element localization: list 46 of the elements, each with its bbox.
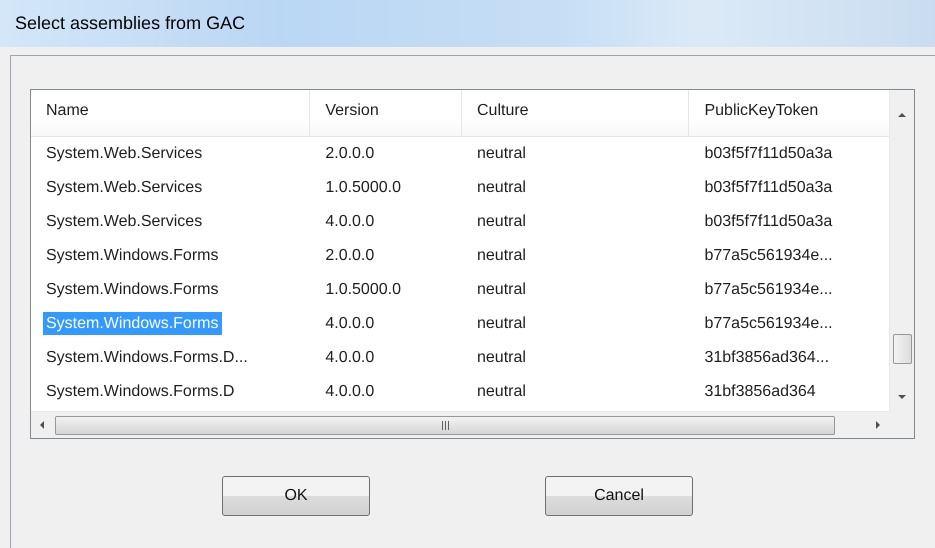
scroll-right-arrow-icon[interactable]	[873, 420, 883, 430]
table-cell-text: b03f5f7f11d50a3a	[703, 212, 834, 232]
table-cell-text: neutral	[476, 314, 527, 334]
table-cell-text: neutral	[476, 280, 527, 300]
table-cell-text: neutral	[476, 382, 527, 402]
table-cell-text: neutral	[476, 178, 527, 198]
column-header[interactable]: Culture	[462, 90, 690, 136]
table-cell-text: b03f5f7f11d50a3a	[703, 178, 834, 198]
table-cell-text: 2.0.0.0	[324, 246, 376, 266]
assembly-name[interactable]: System.Windows.Forms	[43, 244, 222, 267]
dialog-button[interactable]: Cancel	[545, 476, 693, 516]
assembly-name[interactable]: System.Windows.Forms.D	[43, 380, 238, 403]
assembly-name[interactable]: System.Web.Services	[43, 210, 206, 233]
assembly-name[interactable]: System.Windows.Forms	[43, 278, 222, 301]
table-cell-text: 4.0.0.0	[324, 212, 376, 232]
table-cell-text: 1.0.5000.0	[324, 280, 402, 300]
scroll-down-arrow-icon[interactable]	[897, 392, 907, 402]
assembly-name[interactable]: System.Web.Services	[43, 142, 206, 165]
window-title: Select assemblies from GAC	[15, 13, 246, 34]
table-cell-text: 1.0.5000.0	[324, 178, 402, 198]
scroll-thumb[interactable]	[892, 334, 912, 364]
scroll-up-arrow-icon[interactable]	[897, 110, 907, 120]
column-header[interactable]: PublicKeyToken	[689, 90, 889, 136]
table-cell-text: b77a5c561934e...	[703, 314, 834, 334]
column-header[interactable]: Version	[310, 90, 462, 136]
table-cell-text: neutral	[476, 246, 527, 266]
assembly-name[interactable]: System.Windows.Forms.D...	[43, 346, 252, 369]
grip-icon	[440, 420, 450, 430]
table-cell-text: b77a5c561934e...	[703, 280, 834, 300]
table-cell-text: b03f5f7f11d50a3a	[703, 144, 834, 164]
table-cell-text: neutral	[476, 144, 527, 164]
table-cell-text: neutral	[476, 348, 527, 368]
column-header[interactable]: Name	[31, 90, 310, 136]
assembly-name[interactable]: System.Web.Services	[43, 176, 206, 199]
dialog-button[interactable]: OK	[222, 476, 370, 516]
table-cell-text: 2.0.0.0	[324, 144, 376, 164]
scroll-thumb[interactable]	[55, 416, 835, 434]
horizontal-scrollbar[interactable]	[31, 411, 889, 438]
table-cell-text: 31bf3856ad364	[703, 382, 817, 402]
table-cell-text: 31bf3856ad364...	[703, 348, 830, 368]
table-cell-text: neutral	[476, 212, 527, 232]
table-cell-text: 4.0.0.0	[324, 348, 376, 368]
vertical-scrollbar[interactable]	[889, 90, 914, 411]
table-cell-text: 4.0.0.0	[324, 382, 376, 402]
table-cell-text: b77a5c561934e...	[703, 246, 834, 266]
table-cell-text: 4.0.0.0	[324, 314, 376, 334]
